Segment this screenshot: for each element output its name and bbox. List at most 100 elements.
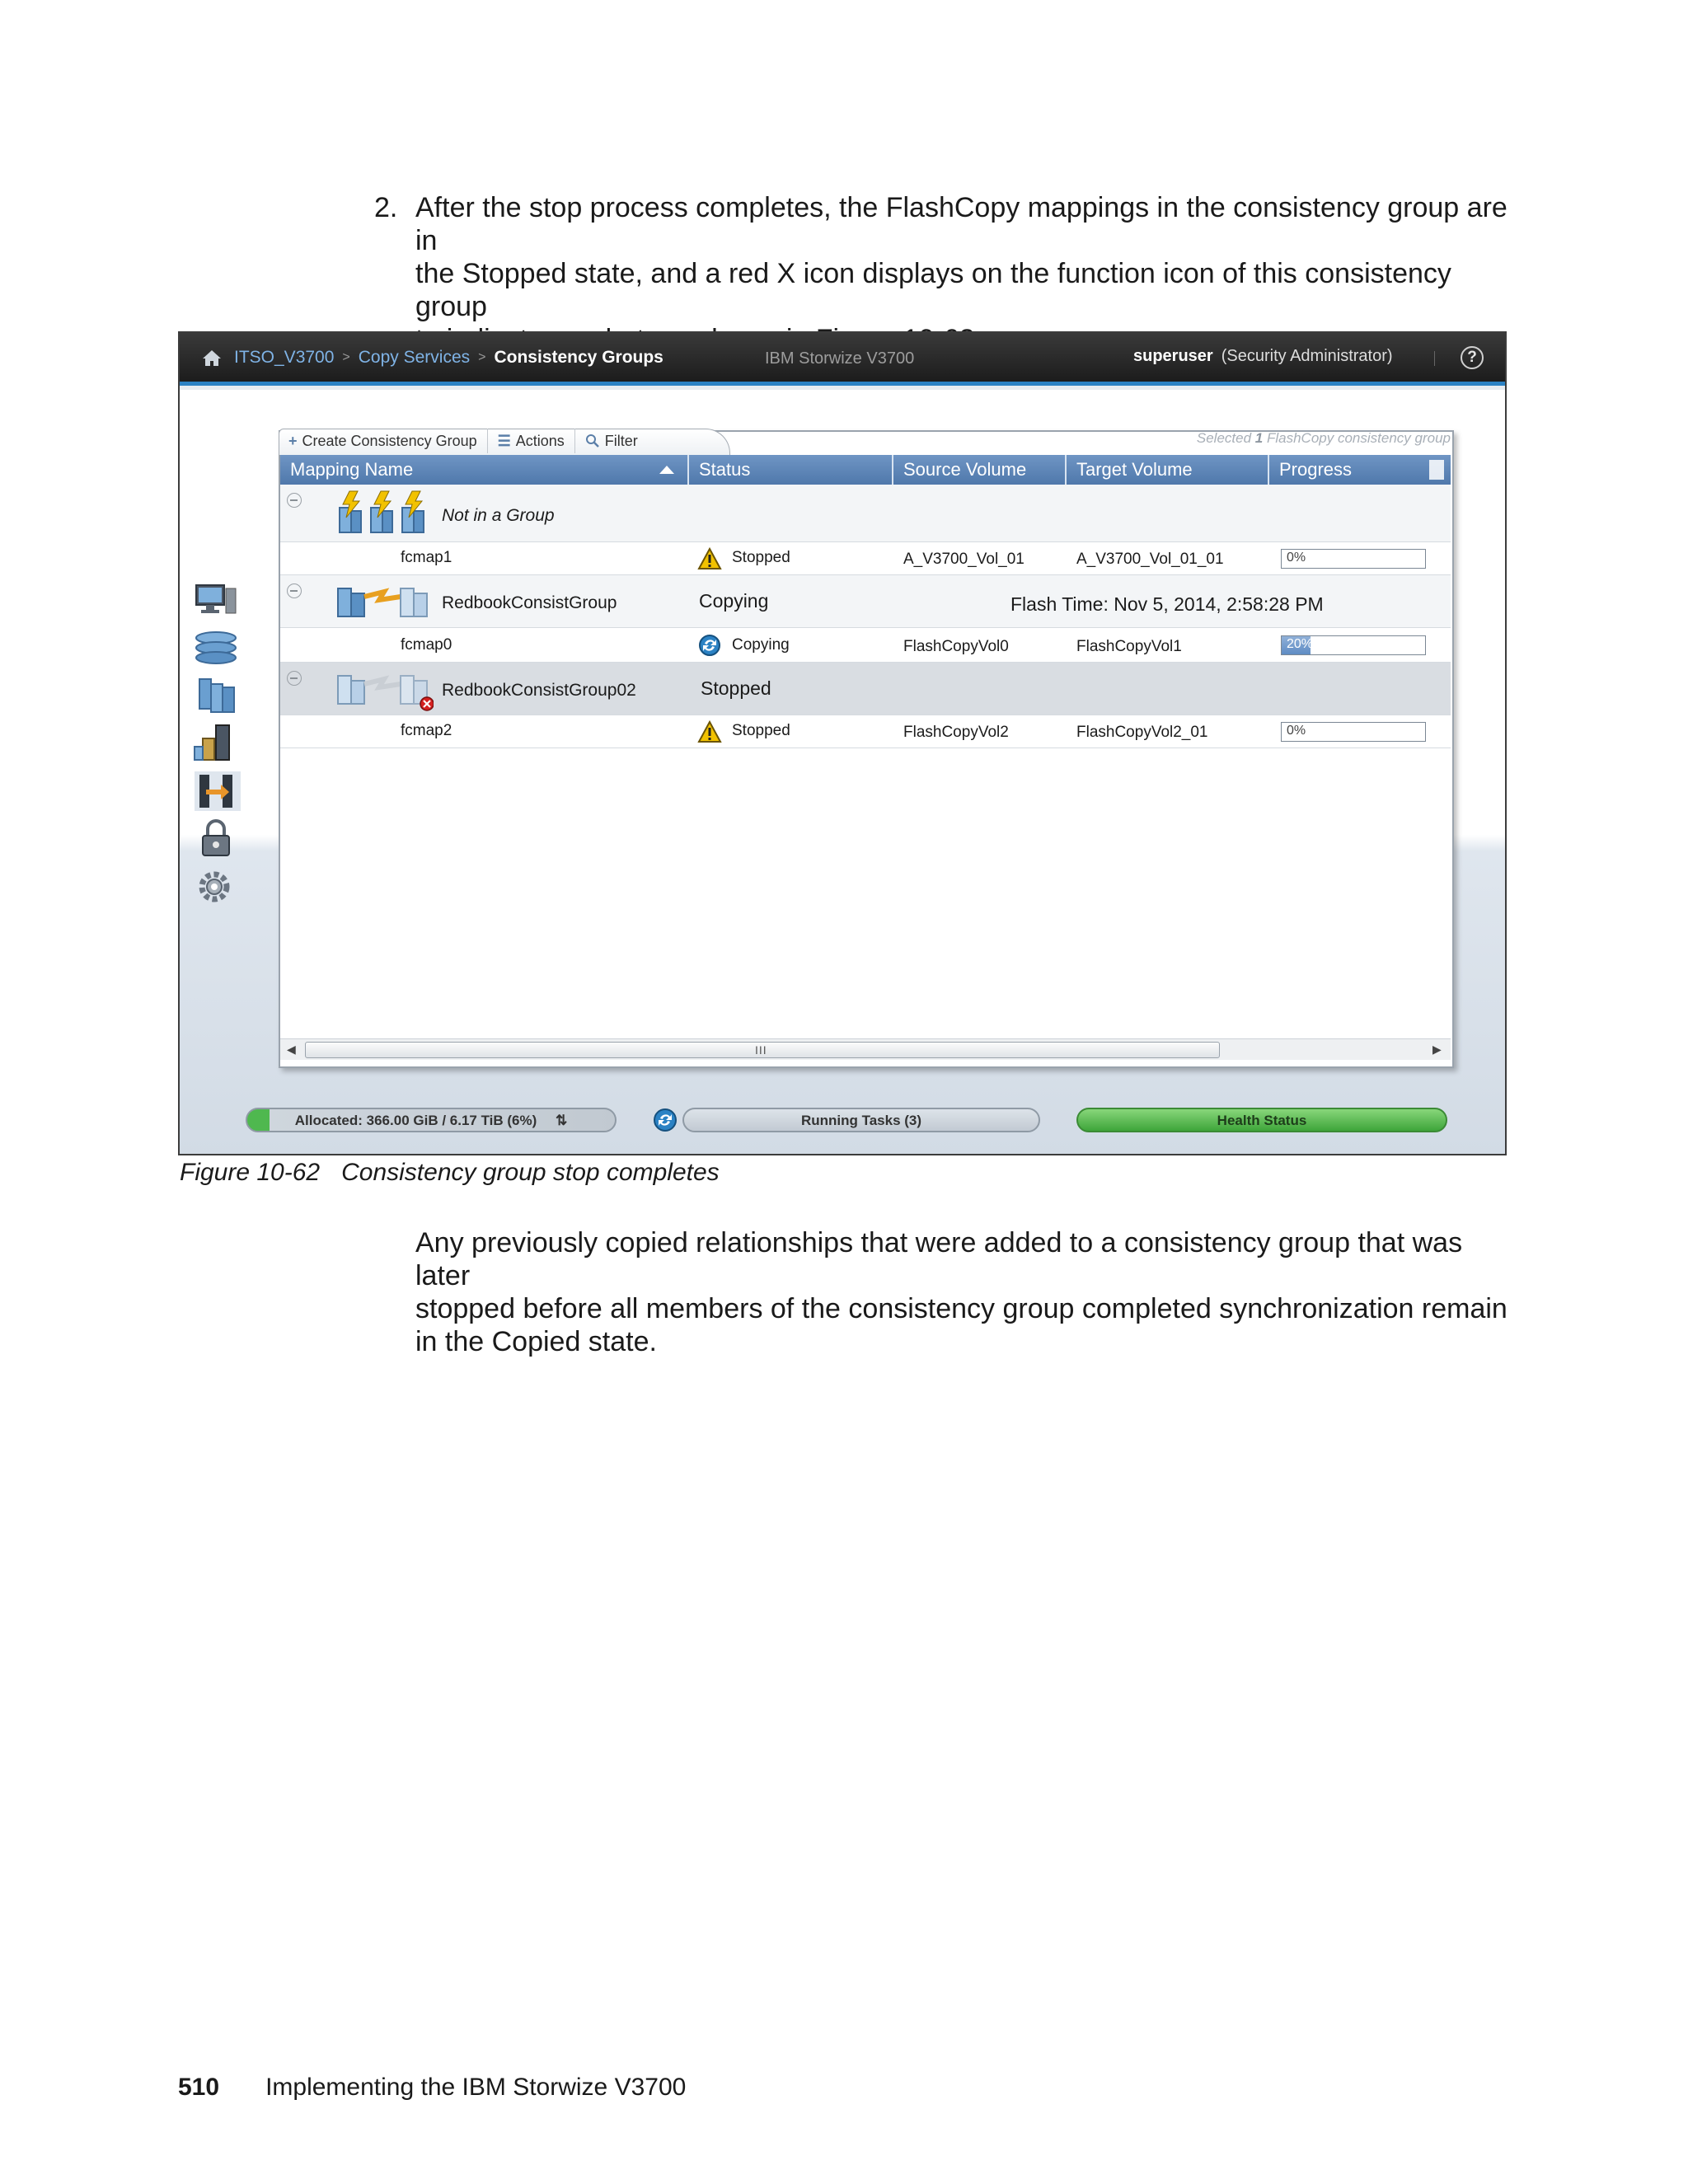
sort-ascending-icon [659, 466, 674, 474]
flashcopy-mapping-icon [339, 490, 424, 533]
column-header-label: Source Volume [903, 459, 1027, 480]
plus-icon: + [288, 432, 298, 449]
scroll-grip: III [755, 1043, 767, 1057]
help-icon[interactable]: ? [1461, 346, 1484, 369]
target-volume: A_V3700_Vol_01_01 [1076, 551, 1224, 568]
copy-services-icon[interactable] [191, 771, 241, 811]
actions-button[interactable]: ☰ Actions [486, 429, 574, 453]
page-number: 510 [178, 2074, 220, 2101]
home-icon[interactable] [201, 349, 223, 367]
figure-caption: Figure 10-62 Consistency group stop compl… [180, 1159, 720, 1187]
progress-text: 20% [1287, 637, 1314, 651]
column-header-source-volume[interactable]: Source Volume [893, 455, 1067, 485]
column-header-progress[interactable]: Progress [1269, 455, 1451, 485]
pools-icon[interactable] [191, 628, 241, 668]
consistency-group-alert-icon [337, 675, 434, 711]
running-tasks-icon [654, 1108, 677, 1132]
breadcrumb-separator-icon: > [342, 350, 350, 364]
allocated-capacity-bar[interactable]: Allocated: 366.00 GiB / 6.17 TiB (6%) ⇅ [246, 1108, 617, 1132]
progress-bar: 0% [1281, 722, 1426, 742]
hosts-icon[interactable] [191, 724, 241, 763]
running-tasks-bar[interactable]: Running Tasks (3) [682, 1108, 1040, 1132]
book-title: Implementing the IBM Storwize V3700 [265, 2074, 687, 2101]
consistency-group-icon [337, 588, 428, 617]
health-status-bar[interactable]: Health Status [1076, 1108, 1447, 1132]
column-header-target-volume[interactable]: Target Volume [1067, 455, 1269, 485]
scroll-left-icon[interactable]: ◀ [287, 1043, 296, 1057]
mapping-status: Copying [732, 636, 790, 654]
source-volume: FlashCopyVol2 [903, 724, 1009, 741]
mapping-status: Stopped [732, 549, 790, 566]
running-tasks-text: Running Tasks (3) [800, 1113, 922, 1128]
column-header-status[interactable]: Status [689, 455, 893, 485]
figure-title: Consistency group stop completes [341, 1159, 720, 1186]
warning-icon [697, 547, 722, 569]
collapse-icon[interactable] [287, 583, 302, 598]
target-volume: FlashCopyVol1 [1076, 638, 1182, 655]
group-name: Not in a Group [442, 506, 555, 525]
horizontal-scrollbar[interactable]: ◀ III ▶ [280, 1038, 1451, 1060]
mapping-name: fcmap2 [401, 722, 452, 739]
target-volume: FlashCopyVol2_01 [1076, 724, 1208, 741]
breadcrumb: ITSO_V3700 > Copy Services > Consistency… [201, 348, 663, 368]
column-header-label: Status [699, 459, 751, 480]
user-info[interactable]: superuser (Security Administrator) [1133, 347, 1393, 366]
body-line-1: Any previously copied relationships that… [415, 1227, 1463, 1291]
filter-button[interactable]: Filter [574, 429, 648, 453]
mapping-name: fcmap1 [401, 549, 452, 566]
column-chooser-icon[interactable] [1429, 460, 1444, 480]
scroll-right-icon[interactable]: ▶ [1432, 1043, 1442, 1057]
grid-header: Mapping Name Status Source Volume Target… [280, 455, 1451, 485]
create-consistency-group-button[interactable]: + Create Consistency Group [279, 429, 487, 453]
volumes-icon[interactable] [191, 676, 241, 715]
body-line-3: in the Copied state. [415, 1326, 657, 1357]
page-footer: 510 Implementing the IBM Storwize V3700 [178, 2074, 686, 2102]
warning-icon [697, 720, 722, 743]
breadcrumb-current: Consistency Groups [494, 348, 663, 367]
column-header-mapping-name[interactable]: Mapping Name [280, 455, 689, 485]
column-header-label: Mapping Name [290, 459, 414, 480]
settings-icon[interactable] [191, 867, 241, 907]
column-header-label: Target Volume [1076, 459, 1193, 480]
mapping-row[interactable]: fcmap1 Stopped A_V3700_Vol_01 A_V3700_Vo… [280, 542, 1451, 575]
mapping-row[interactable]: fcmap2 Stopped FlashCopyVol2 FlashCopyVo… [280, 715, 1451, 748]
mapping-status: Stopped [732, 722, 790, 739]
allocated-capacity-text: Allocated: 366.00 GiB / 6.17 TiB (6%) [294, 1113, 537, 1128]
collapse-icon[interactable] [287, 493, 302, 508]
group-row[interactable]: Not in a Group [280, 485, 1451, 542]
breadcrumb-separator-icon: > [478, 350, 486, 364]
create-consistency-group-label: Create Consistency Group [302, 432, 477, 449]
flash-time: Flash Time: Nov 5, 2014, 2:58:28 PM [1010, 593, 1324, 615]
health-status-text: Health Status [1217, 1113, 1307, 1128]
breadcrumb-system[interactable]: ITSO_V3700 [234, 348, 334, 368]
search-icon [585, 434, 599, 448]
selection-prefix: Selected [1196, 430, 1252, 446]
group-status: Copying [699, 590, 769, 612]
group-name: RedbookConsistGroup02 [442, 681, 636, 700]
column-header-label: Progress [1279, 459, 1353, 480]
body-line-2: stopped before all members of the consis… [415, 1293, 1507, 1324]
breadcrumb-copy-services[interactable]: Copy Services [359, 348, 470, 368]
step-number: 2. [374, 192, 398, 223]
figure-label: Figure 10-62 [180, 1159, 321, 1186]
screenshot-figure: ITSO_V3700 > Copy Services > Consistency… [178, 331, 1507, 1155]
actions-label: Actions [515, 432, 565, 449]
divider [1434, 351, 1435, 366]
list-icon: ☰ [497, 432, 511, 449]
collapse-icon[interactable] [287, 671, 302, 686]
progress-bar: 0% [1281, 549, 1426, 569]
mapping-row[interactable]: fcmap0 Copying FlashCopyVol0 FlashCopyVo… [280, 628, 1451, 663]
monitoring-icon[interactable] [191, 580, 241, 620]
user-name: superuser [1133, 347, 1213, 365]
filter-label: Filter [604, 432, 638, 449]
group-row-selected[interactable]: RedbookConsistGroup02 Stopped [280, 663, 1451, 715]
group-name: RedbookConsistGroup [442, 593, 617, 612]
source-volume: A_V3700_Vol_01 [903, 551, 1025, 568]
scroll-thumb[interactable]: III [305, 1042, 1220, 1058]
access-icon[interactable] [191, 819, 241, 859]
group-row[interactable]: RedbookConsistGroup Copying Flash Time: … [280, 575, 1451, 628]
user-role: (Security Administrator) [1221, 347, 1393, 365]
step-line-1: After the stop process completes, the Fl… [415, 192, 1507, 256]
toggle-arrows-icon[interactable]: ⇅ [556, 1113, 567, 1128]
selection-summary: Selected 1 FlashCopy consistency group [1197, 430, 1451, 447]
